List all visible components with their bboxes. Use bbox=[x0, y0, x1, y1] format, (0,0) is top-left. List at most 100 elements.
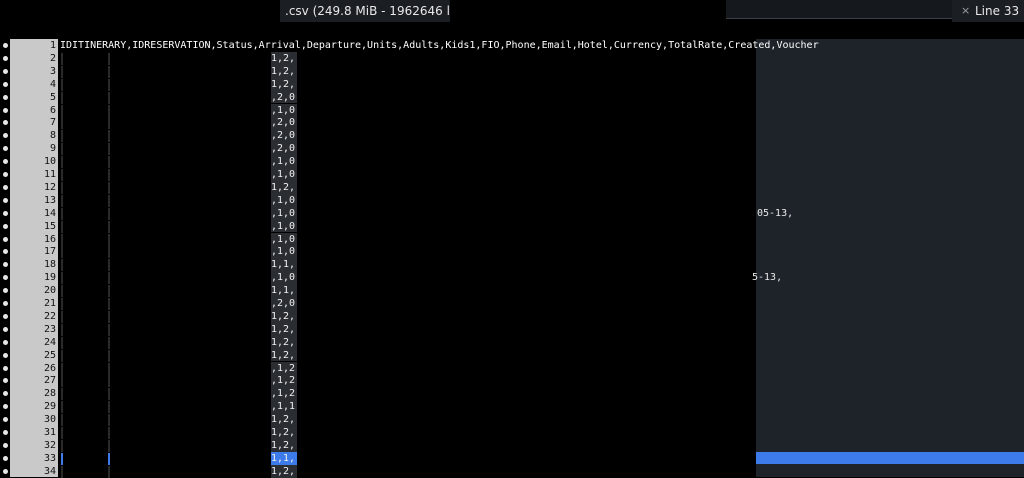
obscured-text-marker bbox=[108, 130, 110, 143]
close-icon[interactable]: × bbox=[961, 0, 970, 22]
bookmark-dot-icon[interactable] bbox=[3, 262, 8, 268]
bookmark-dot-icon[interactable] bbox=[3, 107, 8, 113]
obscured-text-marker bbox=[61, 401, 63, 414]
editor-line[interactable]: 4 1,2,( bbox=[0, 77, 1024, 91]
obscured-text-marker bbox=[61, 143, 63, 156]
bookmark-dot-icon[interactable] bbox=[3, 352, 8, 358]
editor-line[interactable]: 34 1,2,( bbox=[0, 464, 1024, 478]
line-number: 14 bbox=[43, 207, 56, 219]
editor-line[interactable]: 24 1,2,( bbox=[0, 335, 1024, 349]
editor-line[interactable]: 1 IDITINERARY,IDRESERVATION,Status,Arriva… bbox=[0, 39, 1024, 52]
line-number: 8 bbox=[49, 130, 56, 142]
obscured-text-marker bbox=[108, 52, 110, 65]
bookmark-dot-icon[interactable] bbox=[3, 275, 8, 281]
bookmark-dot-icon[interactable] bbox=[3, 301, 8, 306]
editor-line[interactable]: 23 1,2,( bbox=[0, 322, 1024, 336]
bookmark-dot-icon[interactable] bbox=[3, 172, 8, 177]
obscured-text-marker bbox=[108, 78, 110, 91]
bookmark-dot-icon[interactable] bbox=[3, 455, 8, 461]
bookmark-dot-icon[interactable] bbox=[3, 210, 8, 216]
bookmark-dot-icon[interactable] bbox=[3, 146, 8, 152]
editor-line[interactable]: 29 ,1,1 bbox=[0, 400, 1024, 414]
editor-line[interactable]: 20 1,1,( bbox=[0, 284, 1024, 298]
bookmark-dot-icon[interactable] bbox=[3, 55, 8, 61]
bookmark-dot-icon[interactable] bbox=[3, 133, 8, 139]
bookmark-dot-icon[interactable] bbox=[3, 365, 8, 371]
editor-line[interactable]: 5 ,2,0 bbox=[0, 90, 1024, 104]
editor-line[interactable]: 31 1,2,( bbox=[0, 426, 1024, 439]
editor-line[interactable]: 28 ,1,2 bbox=[0, 387, 1024, 401]
editor-line[interactable]: 17 ,1,0 bbox=[0, 245, 1024, 259]
bookmark-dot-icon[interactable] bbox=[3, 417, 8, 423]
obscured-text-marker bbox=[61, 52, 63, 65]
editor-line[interactable]: 8 ,2,0 bbox=[0, 129, 1024, 143]
line-number: 29 bbox=[43, 401, 56, 413]
editor-line[interactable]: 21 ,2,0 bbox=[0, 297, 1024, 310]
line-number: 7 bbox=[49, 117, 56, 129]
editor-line[interactable]: 3 1,2,( bbox=[0, 64, 1024, 78]
window-title: .csv (249.8 MiB - 1962646 lines - bbox=[280, 0, 450, 22]
visible-cell-fragment: ,2,0 bbox=[271, 142, 297, 156]
visible-cell-fragment: 1,2,( bbox=[271, 180, 297, 194]
bookmark-dot-icon[interactable] bbox=[3, 391, 8, 397]
editor-line[interactable]: 16 ,1,0 bbox=[0, 232, 1024, 246]
bookmark-dot-icon[interactable] bbox=[3, 68, 8, 74]
text-editor[interactable]: 1 IDITINERARY,IDRESERVATION,Status,Arriva… bbox=[0, 39, 1024, 478]
obscured-text-marker bbox=[108, 207, 110, 220]
bookmark-dot-icon[interactable] bbox=[3, 378, 8, 384]
bookmark-dot-icon[interactable] bbox=[3, 430, 8, 435]
visible-cell-fragment: 1,1,( bbox=[271, 258, 297, 272]
bookmark-dot-icon[interactable] bbox=[3, 159, 8, 165]
bookmark-dot-icon[interactable] bbox=[3, 326, 8, 332]
editor-line[interactable]: 9 ,2,0 bbox=[0, 142, 1024, 156]
bookmark-dot-icon[interactable] bbox=[3, 339, 8, 345]
obscured-text-marker bbox=[61, 169, 63, 181]
editor-line[interactable]: 22 1,2,( bbox=[0, 309, 1024, 323]
obscured-text-marker bbox=[61, 246, 63, 259]
visible-cell-fragment: ,1,2 bbox=[271, 374, 297, 388]
editor-line[interactable]: 18 1,1,( bbox=[0, 258, 1024, 272]
obscured-text-marker bbox=[108, 272, 110, 285]
obscured-text-marker bbox=[61, 156, 63, 169]
editor-line[interactable]: 27 ,1,2 bbox=[0, 374, 1024, 388]
obscured-text-marker bbox=[108, 298, 110, 310]
visible-cell-fragment: ,2,0 bbox=[271, 129, 297, 143]
editor-line[interactable]: 10 ,1,0 bbox=[0, 155, 1024, 169]
editor-line[interactable]: 15 ,1,0 bbox=[0, 219, 1024, 233]
bookmark-dot-icon[interactable] bbox=[3, 288, 8, 294]
bookmark-dot-icon[interactable] bbox=[3, 442, 8, 448]
editor-line[interactable]: 30 1,2,( bbox=[0, 413, 1024, 427]
bookmark-dot-icon[interactable] bbox=[3, 43, 8, 48]
line-number: 34 bbox=[43, 465, 56, 477]
bookmark-dot-icon[interactable] bbox=[3, 313, 8, 319]
bookmark-dot-icon[interactable] bbox=[3, 223, 8, 229]
obscured-text-marker bbox=[108, 427, 110, 439]
editor-line[interactable]: 12 1,2,( bbox=[0, 180, 1024, 194]
bookmark-dot-icon[interactable] bbox=[3, 94, 8, 100]
visible-cell-fragment: 1,2,( bbox=[271, 348, 297, 362]
bookmark-dot-icon[interactable] bbox=[3, 184, 8, 190]
editor-line[interactable]: 19 ,1,0 5-13, bbox=[0, 271, 1024, 285]
bookmark-dot-icon[interactable] bbox=[3, 404, 8, 410]
visible-cell-fragment: ,1,0 bbox=[271, 193, 297, 207]
editor-line[interactable]: 25 1,2,( bbox=[0, 348, 1024, 362]
bookmark-dot-icon[interactable] bbox=[3, 236, 8, 242]
editor-line[interactable]: 13 ,1,0 bbox=[0, 193, 1024, 207]
obscured-text-marker bbox=[108, 323, 110, 336]
search-field[interactable] bbox=[726, 0, 954, 19]
editor-line[interactable]: 7 ,2,0 bbox=[0, 116, 1024, 130]
bookmark-dot-icon[interactable] bbox=[3, 197, 8, 203]
editor-line[interactable]: 11 ,1,0 bbox=[0, 168, 1024, 181]
bookmark-dot-icon[interactable] bbox=[3, 249, 8, 255]
editor-line[interactable]: 6 ,1,0 bbox=[0, 103, 1024, 117]
bookmark-dot-icon[interactable] bbox=[3, 120, 8, 126]
editor-line[interactable]: 32 1,2,( bbox=[0, 438, 1024, 452]
editor-line[interactable]: 2 1,2,( bbox=[0, 51, 1024, 65]
editor-line[interactable]: 33 1,1,( bbox=[0, 451, 1024, 465]
editor-line[interactable]: 14 ,1,0 05-13, bbox=[0, 206, 1024, 220]
editor-line[interactable]: 26 ,1,2 bbox=[0, 361, 1024, 375]
bookmark-dot-icon[interactable] bbox=[3, 468, 8, 474]
visible-cell-fragment: 1,2,( bbox=[271, 464, 297, 478]
bookmark-dot-icon[interactable] bbox=[3, 81, 8, 87]
obscured-text-marker bbox=[108, 233, 110, 246]
